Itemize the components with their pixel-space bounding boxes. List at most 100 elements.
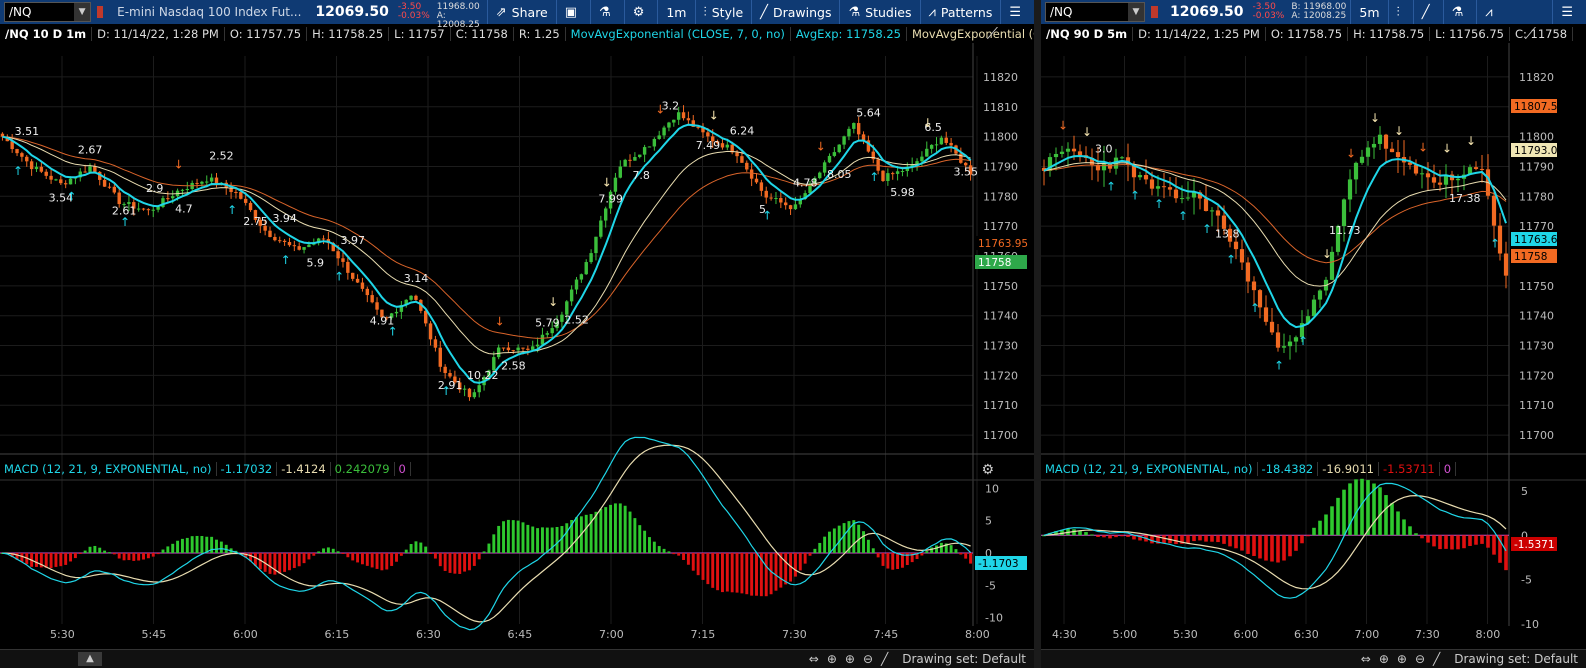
candle-body [1317,290,1323,300]
macd-histogram-bar [1366,480,1370,536]
macd-line [1043,482,1507,599]
candle-body [59,179,63,184]
macd-zero: 0 [395,462,411,476]
macd-histogram-bar [876,553,880,558]
macd-histogram-bar [103,550,107,553]
candle-body [891,173,895,175]
macd-histogram-bar [769,553,773,595]
bar-annotation: 11.73 [1329,224,1361,237]
bar-annotation: 3.0 [1095,142,1113,155]
macd-histogram-bar [935,545,938,553]
candle-body [759,182,764,191]
zoom-in-icon[interactable]: ⊕ [1397,652,1407,666]
bar-annotation: 17.38 [1449,192,1481,205]
macd-histogram-bar [964,553,968,559]
crosshair-icon[interactable]: ⊕ [827,652,837,666]
settings-icon[interactable]: ⚙ [981,462,994,478]
candle-body [1431,177,1437,183]
candle-body [1203,198,1209,211]
candle-body [1119,157,1125,159]
candle-body [944,137,948,143]
collapse-button[interactable]: ▲ [78,652,102,666]
candle-body [837,144,841,153]
buy-arrow-icon: ↑ [1490,237,1500,251]
macd-histogram-bar [356,553,360,563]
candle-body [433,339,438,348]
candle-body [1185,197,1191,199]
bar-annotation: 3.97 [341,234,366,247]
zoom-out-icon[interactable]: ⊖ [1415,652,1425,666]
drawing-set-label[interactable]: Drawing set: Default [1454,652,1578,666]
bar-annotation: 7.49 [696,139,721,152]
crosshair-icon[interactable]: ⊕ [1379,652,1389,666]
candle-body [1491,195,1497,226]
macd-histogram-bar [166,546,170,553]
macd-histogram-bar [54,553,58,567]
candle-body [895,171,900,174]
drawing-set-label[interactable]: Drawing set: Default [902,652,1026,666]
macd-histogram-bar [73,553,77,559]
candle-body [209,177,214,182]
candle-body [351,272,355,279]
macd-histogram-bar [745,553,749,595]
macd-histogram-bar [896,553,900,570]
right-chart-canvas[interactable]: 1182011810118001179011780117701176011750… [1041,0,1586,668]
expand-icon[interactable]: ⇔ [1361,652,1371,666]
left-chart-canvas[interactable]: 1182011810118001179011780117701176011750… [0,0,1034,668]
candle-body [740,156,744,163]
pencil-icon[interactable]: ╱ [881,652,888,666]
macd-histogram-bar [341,553,345,554]
macd-histogram-bar [1486,535,1490,548]
right-status-tools: ⇔ ⊕ ⊕ ⊖ ╱ Drawing set: Default [1361,652,1586,666]
candle-body [1395,152,1401,158]
price-axis-label: 11750 [983,280,1018,293]
macd-histogram-bar [555,526,559,553]
candle-body [1173,189,1179,199]
time-axis-label: 6:00 [1234,628,1259,641]
macd-histogram-bar [930,547,934,553]
candle-body [535,344,540,347]
macd-histogram-bar [1090,534,1094,536]
candle-body [511,350,515,352]
zoom-out-icon[interactable]: ⊖ [863,652,873,666]
buy-arrow-icon: ↑ [227,203,237,217]
buy-arrow-icon: ↑ [67,190,77,204]
candle-body [156,206,160,210]
bar-annotation: 7.8 [632,169,650,182]
macd-label[interactable]: MACD (12, 21, 9, EXPONENTIAL, no) [1041,462,1258,476]
candle-body [1473,167,1479,169]
macd-label[interactable]: MACD (12, 21, 9, EXPONENTIAL, no) [0,462,217,476]
macd-histogram-bar [1186,535,1190,544]
macd-histogram-bar [1162,535,1166,544]
candle-body [545,333,550,335]
candle-body [725,144,730,148]
price-tag-4: 11758 [1514,251,1547,263]
macd-histogram-bar [808,553,812,556]
macd-histogram-bar [312,553,316,556]
macd-histogram-bar [672,553,676,555]
macd-histogram-bar [1102,535,1106,538]
candle-body [618,166,622,178]
expand-icon[interactable]: ⇔ [809,652,819,666]
macd-histogram-bar [633,518,637,553]
zoom-in-icon[interactable]: ⊕ [845,652,855,666]
macd-histogram-bar [691,553,695,571]
macd-histogram-bar [1390,503,1394,536]
macd-histogram-bar [1246,535,1250,554]
pane-divider[interactable] [1034,0,1041,668]
macd-histogram-bar [1234,535,1238,549]
pencil-icon[interactable]: ╱ [1433,652,1440,666]
macd-value: -18.4382 [1258,462,1319,476]
buy-arrow-icon: ↑ [120,215,130,229]
candle-body [672,119,676,123]
macd-axis-label: -5 [1521,574,1532,587]
macd-histogram-bar [1336,497,1340,536]
macd-histogram-bar [88,546,92,553]
candle-body [341,258,345,262]
price-axis-label: 11780 [983,190,1018,203]
candle-body [146,209,151,211]
macd-histogram-bar [151,553,155,557]
candle-body [117,192,121,205]
macd-histogram-bar [1318,520,1322,536]
macd-histogram-bar [127,553,131,561]
